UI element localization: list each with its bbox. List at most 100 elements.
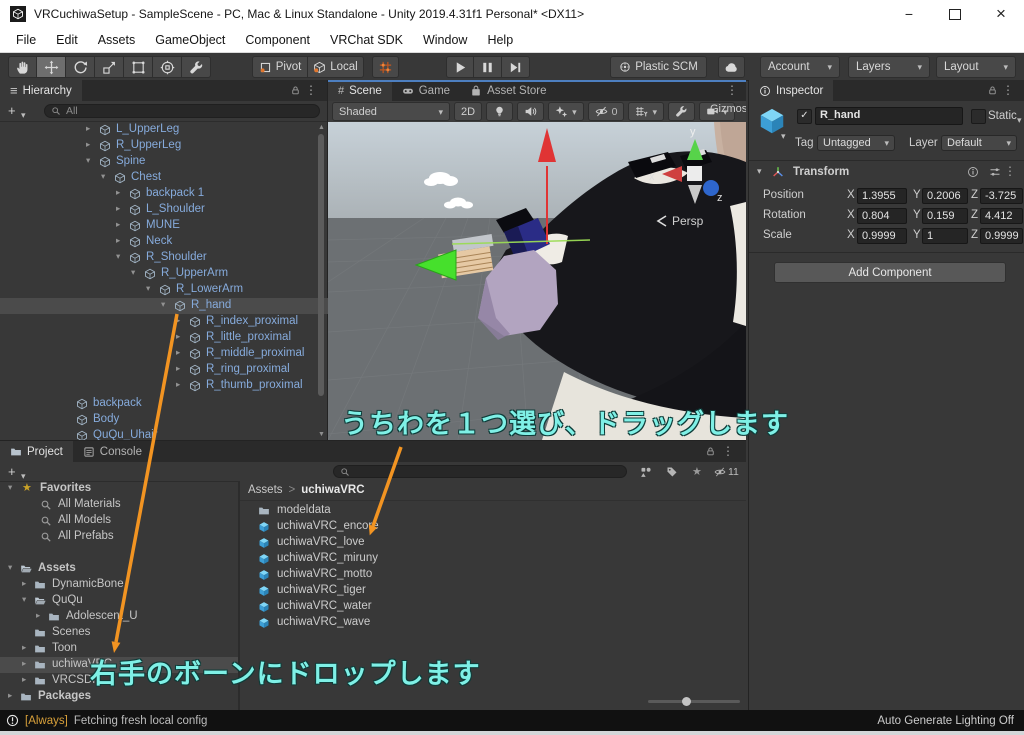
object-name-field[interactable]: R_hand — [815, 107, 963, 125]
menu-file[interactable]: File — [6, 33, 46, 47]
lighting-toggle-button[interactable] — [486, 102, 514, 121]
move-tool-button[interactable] — [37, 56, 66, 78]
tree-row[interactable]: DynamicBone — [0, 577, 238, 593]
shading-mode-dropdown[interactable]: Shaded — [332, 102, 450, 121]
audio-toggle-button[interactable] — [517, 102, 545, 121]
scene-viewport[interactable]: y x z Persp — [328, 122, 746, 440]
expand-arrow-icon[interactable] — [116, 235, 126, 246]
scene-visibility-button[interactable]: 0 — [587, 102, 625, 121]
expand-arrow-icon[interactable] — [116, 203, 126, 214]
collapse-arrow-icon[interactable] — [161, 299, 171, 310]
auto-generate-lighting-status[interactable]: Auto Generate Lighting Off — [877, 715, 1014, 727]
hierarchy-row[interactable]: Neck — [0, 234, 328, 250]
effects-dropdown[interactable] — [548, 102, 584, 121]
tab-asset-store[interactable]: Asset Store — [460, 80, 556, 101]
collapse-arrow-icon[interactable] — [8, 562, 18, 573]
perspective-label[interactable]: Persp — [672, 214, 704, 228]
expand-arrow-icon[interactable] — [176, 331, 186, 342]
tree-row[interactable]: Adolescent_U — [0, 609, 238, 625]
account-dropdown[interactable]: Account — [760, 56, 840, 78]
collapse-arrow-icon[interactable] — [116, 251, 126, 262]
menu-help[interactable]: Help — [477, 33, 523, 47]
kebab-menu-icon[interactable] — [1004, 164, 1016, 178]
close-button[interactable] — [978, 0, 1024, 28]
asset-row[interactable]: uchiwaVRC_water — [240, 599, 746, 615]
menu-window[interactable]: Window — [413, 33, 477, 47]
favorites-item[interactable]: All Materials — [0, 497, 238, 513]
hierarchy-row[interactable]: L_Shoulder — [0, 202, 328, 218]
tab-scene[interactable]: Scene — [328, 80, 392, 101]
scroll-up-icon[interactable]: ▲ — [317, 124, 326, 131]
asset-row[interactable]: uchiwaVRC_wave — [240, 615, 746, 631]
create-dropdown-icon[interactable] — [21, 105, 26, 123]
collapse-arrow-icon[interactable] — [146, 283, 156, 294]
scrollbar-thumb[interactable] — [318, 134, 324, 396]
layers-dropdown[interactable]: Layers — [848, 56, 930, 78]
create-button[interactable] — [8, 463, 16, 481]
pivot-toggle-button[interactable]: Pivot — [252, 56, 308, 78]
expand-arrow-icon[interactable] — [176, 347, 186, 358]
scale-x-field[interactable]: 0.9999 — [857, 228, 907, 244]
slider-thumb[interactable] — [682, 697, 691, 706]
hierarchy-row[interactable]: R_thumb_proximal — [0, 378, 328, 394]
cloud-button[interactable] — [718, 56, 745, 78]
expand-arrow-icon[interactable] — [8, 690, 18, 701]
grid-visibility-dropdown[interactable] — [628, 102, 664, 121]
kebab-menu-icon[interactable] — [726, 83, 738, 97]
pause-button[interactable] — [474, 56, 502, 78]
layer-dropdown[interactable]: Default — [941, 135, 1017, 151]
position-x-field[interactable]: 1.3955 — [857, 188, 907, 204]
scale-z-field[interactable]: 0.9999 — [980, 228, 1023, 244]
expand-arrow-icon[interactable] — [22, 578, 32, 589]
asset-row[interactable]: uchiwaVRC_miruny — [240, 551, 746, 567]
menu-component[interactable]: Component — [235, 33, 320, 47]
expand-arrow-icon[interactable] — [86, 123, 96, 134]
search-by-label-icon[interactable] — [666, 466, 678, 478]
lock-icon[interactable] — [987, 85, 998, 96]
component-foldout-icon[interactable]: ▾ — [757, 166, 762, 177]
hierarchy-row[interactable]: R_LowerArm — [0, 282, 328, 298]
expand-arrow-icon[interactable] — [176, 315, 186, 326]
collapse-arrow-icon[interactable] — [22, 594, 32, 605]
hierarchy-row[interactable]: R_ring_proximal — [0, 362, 328, 378]
transform-tool-button[interactable] — [153, 56, 182, 78]
expand-arrow-icon[interactable] — [116, 219, 126, 230]
favorites-item[interactable]: All Prefabs — [0, 529, 238, 545]
status-bar[interactable]: [Always] Fetching fresh local config Aut… — [0, 710, 1024, 731]
custom-tool-button[interactable] — [182, 56, 211, 78]
plastic-scm-button[interactable]: Plastic SCM — [610, 56, 707, 78]
tab-project[interactable]: Project — [0, 441, 73, 462]
position-z-field[interactable]: -3.725 — [980, 188, 1023, 204]
hierarchy-row[interactable]: R_UpperLeg — [0, 138, 328, 154]
collapse-arrow-icon[interactable] — [131, 267, 141, 278]
expand-arrow-icon[interactable] — [86, 139, 96, 150]
asset-row[interactable]: uchiwaVRC_motto — [240, 567, 746, 583]
collapse-arrow-icon[interactable] — [8, 482, 18, 493]
expand-arrow-icon[interactable] — [36, 610, 46, 621]
tab-console[interactable]: Console — [73, 441, 152, 462]
layout-dropdown[interactable]: Layout — [936, 56, 1016, 78]
kebab-menu-icon[interactable] — [305, 83, 317, 97]
kebab-menu-icon[interactable] — [1002, 83, 1014, 97]
kebab-menu-icon[interactable] — [722, 444, 734, 458]
favorites-item[interactable]: All Models — [0, 513, 238, 529]
tree-row[interactable]: Packages — [0, 689, 238, 705]
tree-row[interactable]: QuQu — [0, 593, 238, 609]
grid-snap-button[interactable] — [372, 56, 399, 78]
maximize-button[interactable] — [932, 0, 978, 28]
local-toggle-button[interactable]: Local — [308, 56, 364, 78]
asset-row[interactable]: uchiwaVRC_tiger — [240, 583, 746, 599]
hierarchy-row[interactable]: Spine — [0, 154, 328, 170]
menu-assets[interactable]: Assets — [88, 33, 146, 47]
tag-dropdown[interactable]: Untagged — [817, 135, 895, 151]
expand-arrow-icon[interactable] — [176, 379, 186, 390]
tab-hierarchy[interactable]: Hierarchy — [0, 80, 82, 101]
favorites-filter-icon[interactable] — [692, 465, 702, 478]
favorites-row[interactable]: Favorites — [0, 481, 238, 497]
gizmo-x-label[interactable]: x — [649, 171, 655, 183]
hand-tool-button[interactable] — [8, 56, 37, 78]
hierarchy-row[interactable]: R_UpperArm — [0, 266, 328, 282]
help-icon[interactable] — [967, 166, 979, 178]
rotation-z-field[interactable]: 4.412 — [980, 208, 1023, 224]
create-button[interactable] — [8, 102, 16, 120]
